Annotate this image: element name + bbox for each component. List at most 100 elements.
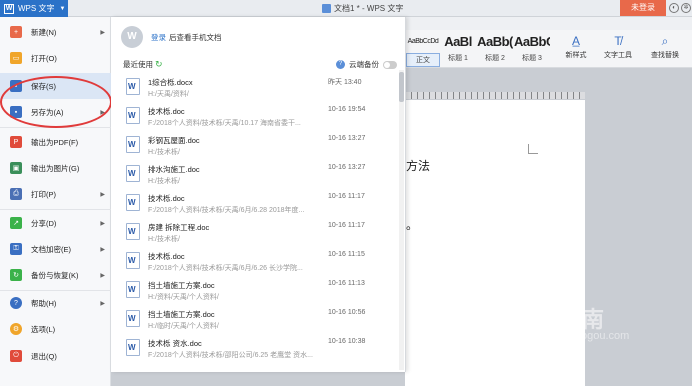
menu-item-backup[interactable]: ↻ 备份与恢复(K) ▶ — [0, 262, 111, 288]
encrypt-icon: ⚿ — [10, 243, 22, 255]
document-icon — [322, 4, 331, 13]
menu-item-label: 选项(L) — [31, 324, 56, 334]
recent-scrollbar-thumb[interactable] — [399, 72, 404, 102]
word-doc-icon — [126, 252, 140, 269]
menu-item-options[interactable]: ⚙ 选项(L) — [0, 316, 111, 342]
refresh-icon[interactable]: ↻ — [155, 59, 163, 70]
menu-item-label: 文档加密(E) — [31, 244, 71, 254]
new-style-button[interactable]: A̲ 新样式 — [560, 34, 592, 60]
login-link[interactable]: 登录 — [151, 32, 166, 43]
menu-item-label: 打印(P) — [31, 189, 56, 199]
style-preview: AaBbCcDd — [407, 38, 439, 45]
recent-file-row[interactable]: 技术栎.doc F:/2018个人资料/技术栎/天禹/6月/6.26 长沙学院.… — [122, 248, 394, 277]
menu-item-save-as[interactable]: ▪ 另存为(A) ▶ — [0, 99, 111, 125]
style-normal[interactable]: AaBbCcDd 正文 — [406, 34, 440, 67]
menu-item-label: 备份与恢复(K) — [31, 270, 79, 280]
menu-item-save[interactable]: ▪ 保存(S) — [0, 73, 111, 99]
file-time: 10-16 10:56 — [328, 309, 366, 316]
recent-file-row[interactable]: 排水沟施工.doc H:/技术栎/ 10-16 13:27 — [122, 161, 394, 190]
recent-file-row[interactable]: 挡土墙施工方案.doc H:/资料/天禹/个人资料/ 10-16 11:13 — [122, 277, 394, 306]
recent-file-row[interactable]: 1综合栎.docx H:/天禹/资料/ 昨天 13:40 — [122, 74, 394, 103]
menu-item-export-pdf[interactable]: P 输出为PDF(F) — [0, 129, 111, 155]
file-time: 10-16 13:27 — [328, 135, 366, 142]
document-text: 。 — [406, 218, 419, 232]
style-preview: AaBb( — [477, 34, 513, 49]
recent-file-row[interactable]: 房建 拆除工程.doc H:/技术栎/ 10-16 11:17 — [122, 219, 394, 248]
file-name: 1综合栎.docx — [148, 78, 193, 87]
print-icon: ⎙ — [10, 188, 22, 200]
chevron-right-icon: ▶ — [100, 191, 105, 198]
new-style-icon: A̲ — [571, 34, 580, 48]
cloud-backup-toggle[interactable] — [383, 60, 397, 69]
recent-file-row[interactable]: 技术栎 资水.doc F:/2018个人资料/技术栎/邵阳公司/6.25 老鹰堂… — [122, 335, 394, 364]
file-path: H:/技术栎/ — [148, 149, 180, 156]
skin-icon[interactable]: ◐ — [669, 3, 679, 13]
title-bar: W WPS 文字 ▼ 文档1 * - WPS 文字 未登录 ◐ ✲ — [0, 0, 692, 17]
menu-item-label: 另存为(A) — [31, 107, 64, 117]
horizontal-ruler[interactable] — [405, 92, 585, 99]
menu-item-share[interactable]: ↗ 分享(D) ▶ — [0, 210, 111, 236]
style-heading-1[interactable]: AaBl 标题 1 — [440, 34, 476, 64]
document-title: 文档1 * - WPS 文字 — [322, 3, 403, 14]
style-heading-3[interactable]: AaBbC 标题 3 — [514, 34, 550, 64]
word-doc-icon — [126, 339, 140, 356]
find-replace-button[interactable]: ⌕ 查找替换 — [645, 34, 685, 60]
word-doc-icon — [126, 281, 140, 298]
menu-item-label: 输出为图片(G) — [31, 163, 80, 173]
word-doc-icon — [126, 107, 140, 124]
settings-gear-icon[interactable]: ✲ — [681, 3, 691, 13]
menu-item-open[interactable]: ▭ 打开(O) — [0, 45, 111, 71]
file-path: F:/2018个人资料/技术栎/邵阳公司/6.25 老鹰堂 资水... — [148, 352, 313, 359]
word-doc-icon — [126, 165, 140, 182]
new-style-label: 新样式 — [565, 52, 587, 59]
menu-item-export-image[interactable]: ▣ 输出为图片(G) — [0, 155, 111, 181]
menu-item-new[interactable]: + 新建(N) ▶ — [0, 19, 111, 45]
recent-file-row[interactable]: 彩钢瓦屋面.doc H:/技术栎/ 10-16 13:27 — [122, 132, 394, 161]
file-time: 10-16 19:54 — [328, 106, 366, 113]
style-label: 标题 1 — [448, 55, 468, 62]
app-name: WPS 文字 — [18, 4, 55, 13]
file-name: 技术栎 资水.doc — [148, 339, 202, 348]
file-time: 10-16 11:13 — [328, 280, 365, 287]
style-preview: AaBl — [444, 34, 472, 49]
file-time: 10-16 11:17 — [328, 222, 365, 229]
recent-file-row[interactable]: 挡土墙施工方案.doc H:/临时/天禹/个人资料/ 10-16 10:56 — [122, 306, 394, 335]
chevron-right-icon: ▶ — [100, 109, 105, 116]
menu-item-help[interactable]: ? 帮助(H) ▶ — [0, 290, 111, 316]
style-label: 正文 — [406, 53, 440, 67]
style-heading-2[interactable]: AaBb( 标题 2 — [477, 34, 513, 64]
file-name: 挡土墙施工方案.doc — [148, 281, 215, 290]
chevron-right-icon: ▶ — [100, 220, 105, 227]
recent-scrollbar[interactable] — [399, 70, 404, 370]
style-label: 标题 3 — [522, 55, 542, 62]
menu-item-encrypt[interactable]: ⚿ 文档加密(E) ▶ — [0, 236, 111, 262]
recent-file-row[interactable]: 技术栎.doc F:/2018个人资料/技术栎/天禹/6月/6.28 2018年… — [122, 190, 394, 219]
menu-item-label: 输出为PDF(F) — [31, 137, 79, 147]
document-page[interactable] — [405, 100, 585, 386]
file-name: 房建 拆除工程.doc — [148, 223, 210, 232]
file-name: 彩钢瓦屋面.doc — [148, 136, 200, 145]
text-tool-button[interactable]: T̸ 文字工具 — [600, 34, 636, 60]
file-name: 技术栎.doc — [148, 107, 185, 116]
menu-item-print[interactable]: ⎙ 打印(P) ▶ — [0, 181, 111, 207]
word-doc-icon — [126, 223, 140, 240]
app-menu-button[interactable]: W WPS 文字 ▼ — [0, 0, 68, 17]
file-path: F:/2018个人资料/技术栎/天禹/6月/6.26 长沙学院... — [148, 265, 303, 272]
menu-divider — [0, 127, 111, 128]
login-button[interactable]: 未登录 — [620, 0, 666, 16]
word-doc-icon — [126, 78, 140, 95]
file-time: 10-16 11:15 — [328, 251, 365, 258]
recent-file-row[interactable]: 技术栎.doc F:/2018个人资料/技术栎/天禹/10.17 海南省委干..… — [122, 103, 394, 132]
chevron-right-icon: ▶ — [100, 246, 105, 253]
menu-item-label: 保存(S) — [31, 81, 56, 91]
file-path: H:/技术栎/ — [148, 236, 180, 243]
find-replace-label: 查找替换 — [651, 52, 679, 59]
ribbon-tabs-strip — [405, 17, 692, 30]
word-doc-icon — [126, 136, 140, 153]
help-icon[interactable]: ? — [336, 60, 345, 69]
menu-item-exit[interactable]: ⏻ 退出(Q) — [0, 343, 111, 369]
file-menu: + 新建(N) ▶ ▭ 打开(O) ▪ 保存(S) ▪ 另存为(A) ▶ P 输… — [0, 17, 111, 386]
menu-item-label: 新建(N) — [31, 27, 57, 37]
image-export-icon: ▣ — [10, 162, 22, 174]
text-tool-label: 文字工具 — [604, 52, 632, 59]
